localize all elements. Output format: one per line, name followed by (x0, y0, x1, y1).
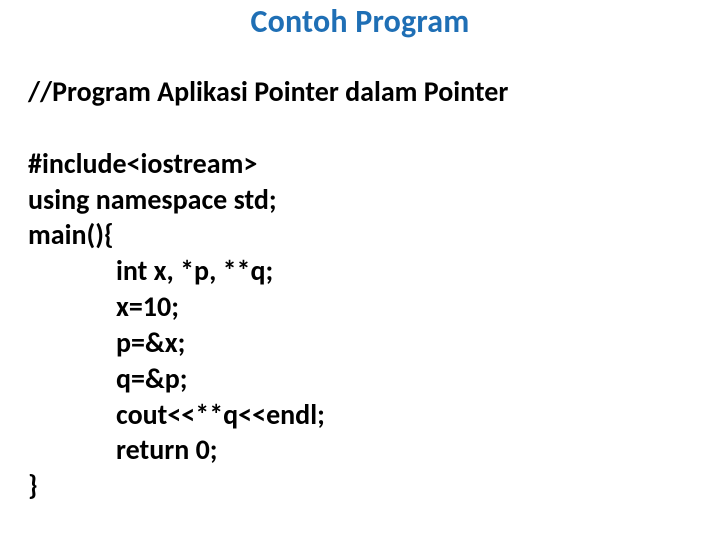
code-line-indent: p=&x; (28, 325, 692, 361)
code-line: #include<iostream> (28, 146, 692, 182)
code-comment: //Program Aplikasi Pointer dalam Pointer (28, 74, 692, 110)
code-block: //Program Aplikasi Pointer dalam Pointer… (28, 74, 692, 504)
slide: Contoh Program //Program Aplikasi Pointe… (0, 0, 720, 540)
code-line: } (28, 468, 692, 504)
code-line-indent: q=&p; (28, 361, 692, 397)
code-line: using namespace std; (28, 182, 692, 218)
code-line-indent: int x, *p, **q; (28, 253, 692, 289)
code-line-indent: x=10; (28, 289, 692, 325)
blank-line (28, 110, 692, 146)
code-line: main(){ (28, 217, 692, 253)
code-line-indent: cout<<**q<<endl; (28, 397, 692, 433)
slide-title: Contoh Program (0, 2, 720, 41)
code-line-indent: return 0; (28, 432, 692, 468)
